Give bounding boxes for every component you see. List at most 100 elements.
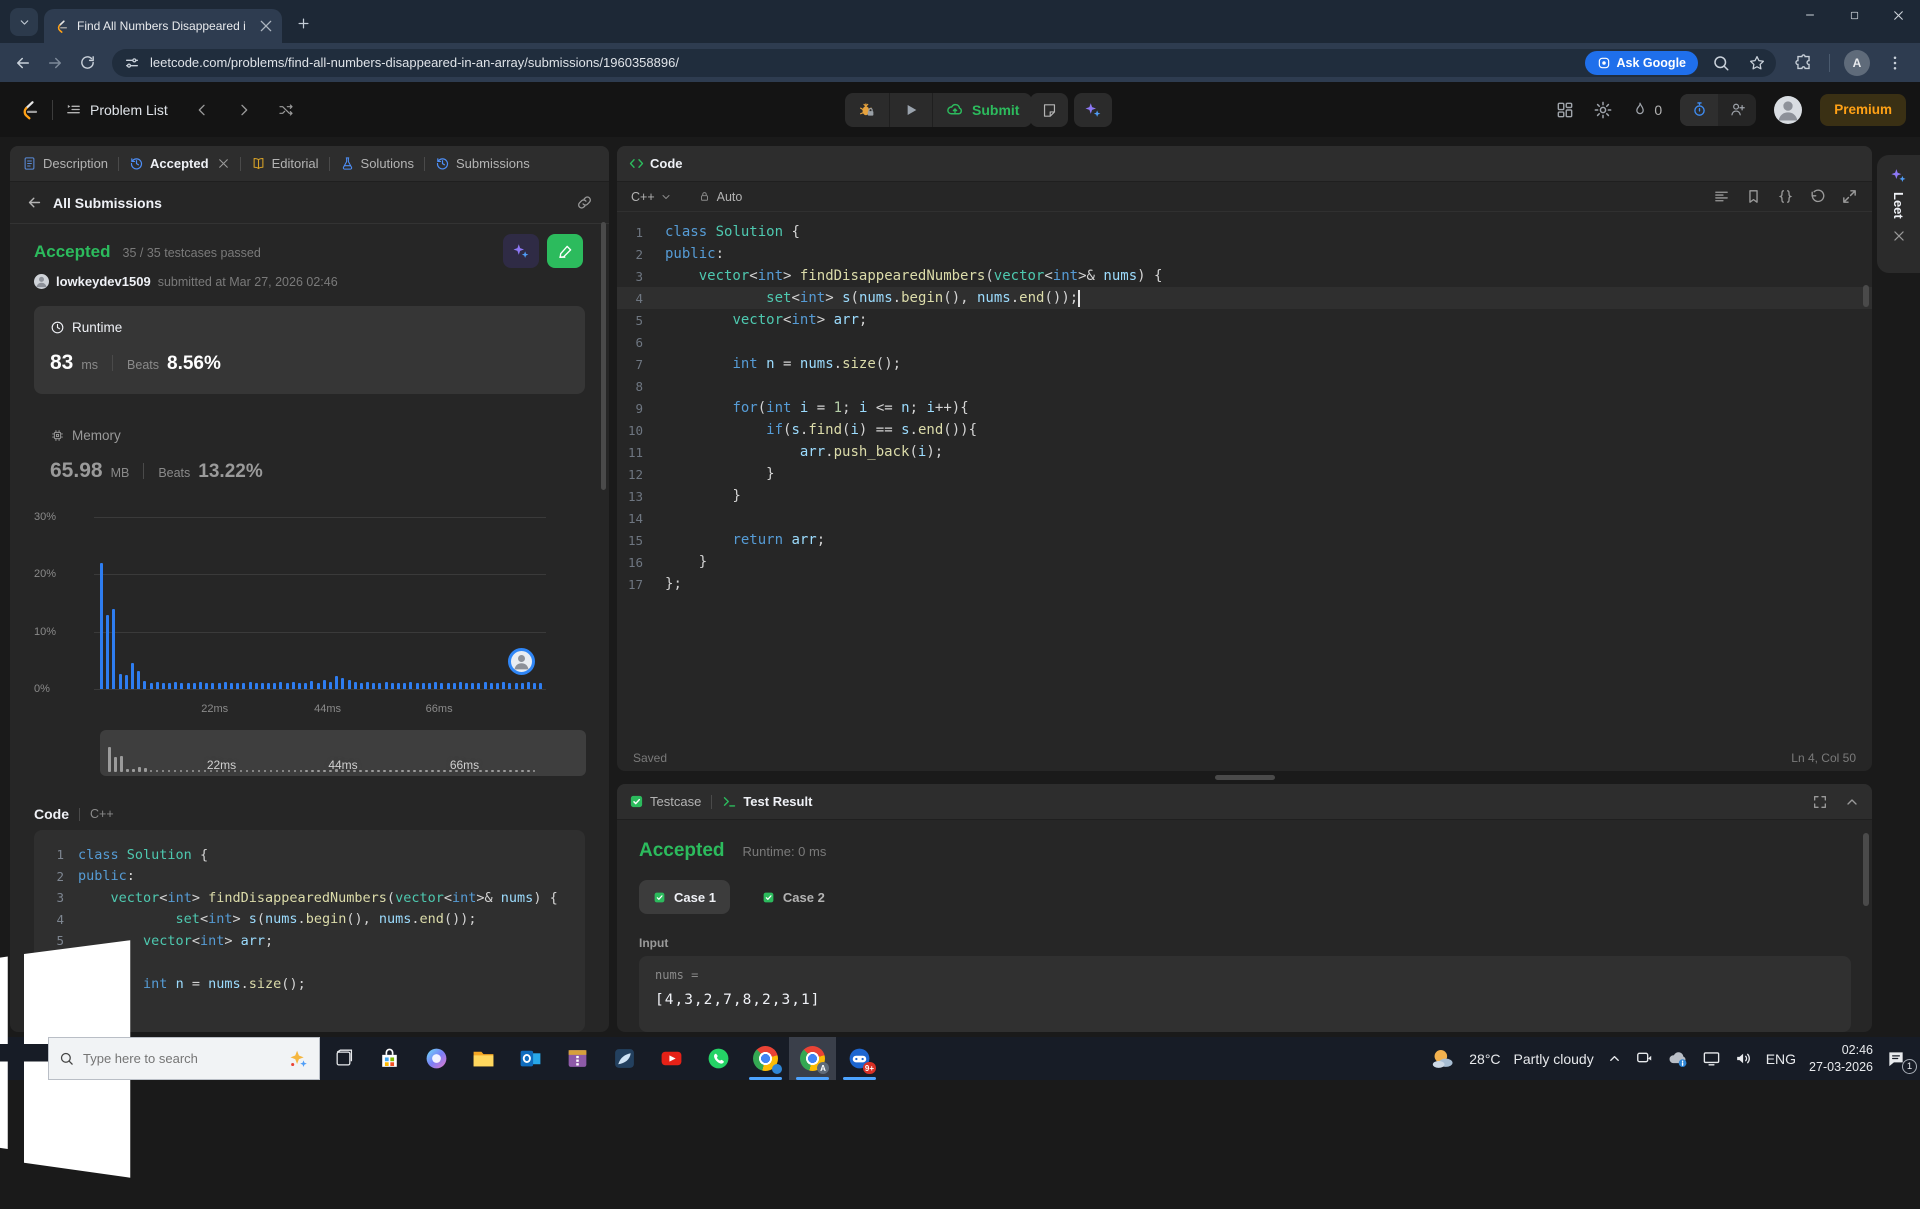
chart-bar[interactable] [279,682,282,689]
chart-bar[interactable] [292,682,295,689]
chart-bar[interactable] [508,683,511,689]
browser-profile-avatar[interactable]: A [1844,50,1870,76]
chart-bar[interactable] [112,609,115,689]
chart-bar[interactable] [539,683,542,689]
testcase-input-box[interactable]: nums = [4,3,2,7,8,2,3,1] [639,956,1851,1032]
chart-bar[interactable] [286,683,289,689]
code-line[interactable]: 5 vector<int> arr; [617,309,1872,331]
taskbar-app-whatsapp[interactable] [695,1037,742,1080]
code-line[interactable]: 3 vector<int> findDisappearedNumbers(vec… [44,887,575,909]
chart-bar[interactable] [174,682,177,689]
back-button[interactable] [10,50,36,76]
chart-bar[interactable] [236,683,239,689]
site-info-icon[interactable] [124,55,140,71]
taskbar-app-winrar[interactable] [554,1037,601,1080]
chart-bar[interactable] [335,676,338,689]
chart-bar[interactable] [323,680,326,689]
taskbar-app-microsoft-store[interactable] [366,1037,413,1080]
chart-bar[interactable] [397,683,400,689]
collapse-panel-icon[interactable] [1844,794,1860,810]
bookmark-star-icon[interactable] [1748,54,1766,72]
chart-bar[interactable] [125,675,128,689]
chart-bar[interactable] [317,683,320,689]
code-line[interactable]: 9 for(int i = 1; i <= n; i++){ [617,397,1872,419]
chart-bar[interactable] [354,682,357,689]
submitter-username[interactable]: lowkeydev1509 [56,274,151,289]
run-button[interactable] [890,93,933,127]
code-line[interactable]: 1class Solution { [617,221,1872,243]
premium-button[interactable]: Premium [1820,94,1906,126]
chart-bar[interactable] [496,683,499,689]
search-icon[interactable] [1712,54,1730,72]
memory-card[interactable]: Memory 65.98 MB Beats 13.22% [34,414,585,502]
chart-bar[interactable] [230,683,233,689]
language-selector[interactable]: C++ [631,190,672,204]
timer-button[interactable] [1680,94,1718,126]
chart-bar[interactable] [211,683,214,689]
debug-button[interactable] [845,93,890,127]
chart-bar[interactable] [180,683,183,689]
taskbar-app-file-explorer[interactable] [460,1037,507,1080]
braces-icon[interactable] [1777,188,1794,205]
chart-bar[interactable] [471,683,474,689]
code-line[interactable]: 16 } [617,551,1872,573]
code-line[interactable]: 6 [617,331,1872,353]
chart-bar[interactable] [385,682,388,689]
chart-bar[interactable] [329,682,332,689]
chart-bar[interactable] [527,682,530,689]
chart-bar[interactable] [533,683,536,689]
reset-code-icon[interactable] [1809,188,1826,205]
chart-bar[interactable] [150,683,153,689]
weather-temp[interactable]: 28°C [1469,1051,1500,1067]
chart-bar[interactable] [477,683,480,689]
streak-counter[interactable]: 0 [1631,101,1662,119]
code-line[interactable]: 13 } [617,485,1872,507]
chart-bar[interactable] [360,683,363,689]
leet-copilot-strip[interactable]: Leet [1877,155,1920,273]
code-line[interactable]: 15 return arr; [617,529,1872,551]
chart-bar[interactable] [162,683,165,689]
new-tab-button[interactable] [290,10,316,36]
format-code-icon[interactable] [1713,188,1730,205]
fullscreen-icon[interactable] [1812,794,1828,810]
submit-button[interactable]: Submit [933,93,1032,127]
chart-bar[interactable] [428,683,431,689]
chart-bar[interactable] [224,682,227,689]
code-line[interactable]: 4 set<int> s(nums.begin(), nums.end()); [617,287,1872,309]
chart-bar[interactable] [447,683,450,689]
search-input[interactable] [83,1051,278,1066]
network-icon[interactable] [1702,1049,1721,1068]
task-view-button[interactable] [320,1037,366,1080]
code-editor[interactable]: 1class Solution {2public:3 vector<int> f… [617,213,1872,745]
left-panel-scrollbar[interactable] [601,222,606,490]
chart-bar[interactable] [304,683,307,689]
chart-bar[interactable] [416,683,419,689]
volume-icon[interactable] [1734,1049,1753,1068]
invite-button[interactable] [1718,94,1756,126]
chart-bar[interactable] [261,683,264,689]
ask-google-button[interactable]: Ask Google [1585,51,1698,75]
code-line[interactable]: 2public: [617,243,1872,265]
chart-bar[interactable] [199,682,202,689]
code-line[interactable]: 10 if(s.find(i) == s.end()){ [617,419,1872,441]
window-maximize-button[interactable] [1832,0,1876,30]
edit-solution-button[interactable] [547,234,583,268]
tab-testcase[interactable]: Testcase [629,794,701,809]
back-arrow-icon[interactable] [26,194,43,211]
user-avatar[interactable] [1774,96,1802,124]
chart-bar[interactable] [249,682,252,689]
next-problem-icon[interactable] [236,102,252,118]
test-panel-scrollbar[interactable] [1863,833,1869,906]
tab-search-button[interactable] [10,8,38,36]
browser-menu-icon[interactable] [1886,54,1904,72]
case-button-case-1[interactable]: Case 1 [639,880,730,914]
chart-bar[interactable] [391,683,394,689]
start-button[interactable] [0,1037,48,1080]
chart-bar[interactable] [502,682,505,689]
tab-test-result[interactable]: Test Result [722,794,812,809]
prev-problem-icon[interactable] [194,102,210,118]
chart-bar[interactable] [119,674,122,689]
chart-bar[interactable] [348,680,351,689]
taskbar-app-chrome[interactable] [742,1037,789,1080]
chart-bar[interactable] [422,683,425,689]
